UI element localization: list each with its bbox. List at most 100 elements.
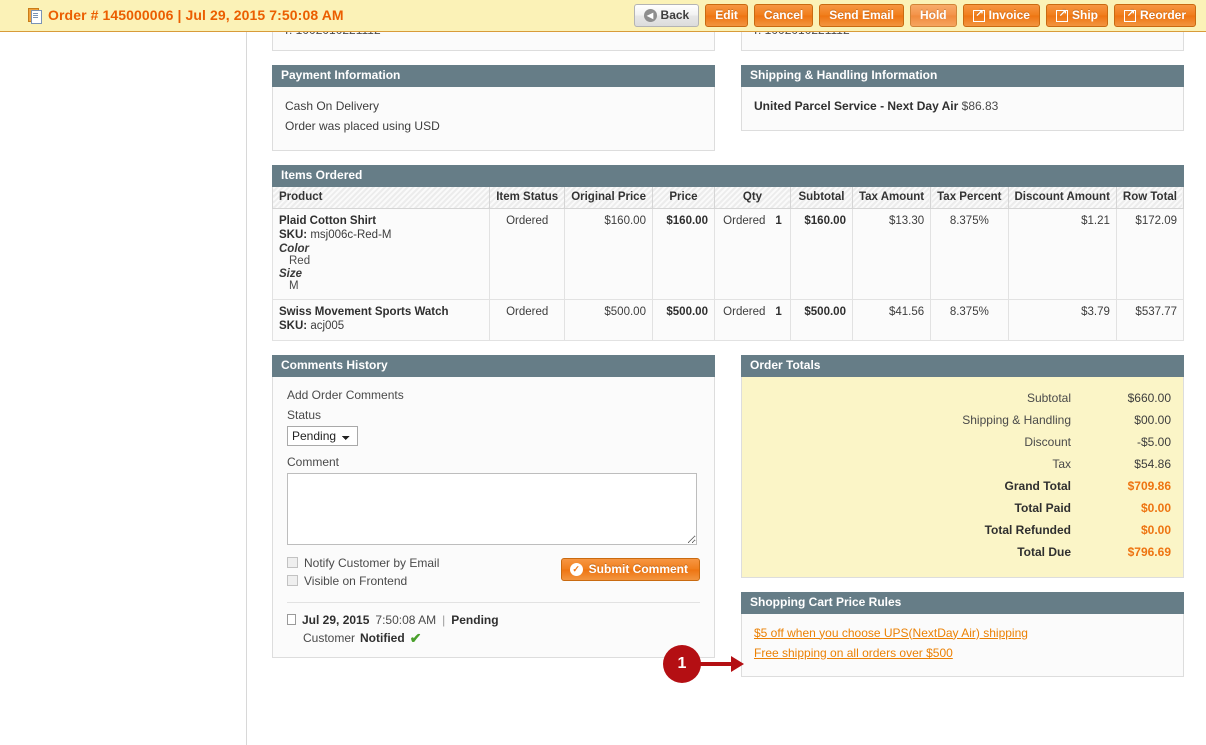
- comment-textarea[interactable]: [287, 472, 697, 545]
- header-action-buttons: ◀Back Edit Cancel Send Email Hold Invoice Ship…: [633, 4, 1196, 27]
- history-notified-state: Notified: [360, 630, 405, 645]
- order-totals-panel: Order Totals Subtotal $660.00 Shipping & H…: [741, 354, 1184, 578]
- visible-frontend-label: Visible on Frontend: [304, 573, 408, 588]
- main-content-column: 1st street New York, 10010 United States…: [271, 0, 1185, 721]
- item-status-cell: Ordered: [489, 298, 566, 341]
- item-discount-amount-cell: $1.21: [1007, 207, 1117, 300]
- order-document-icon: [28, 7, 42, 24]
- items-col-original-price: Original Price: [564, 187, 653, 209]
- order-totals-rows: Subtotal $660.00 Shipping & Handling $00.00…: [754, 387, 1171, 563]
- history-time: 7:50:08 AM: [375, 612, 437, 627]
- payment-information-body: Cash On Delivery Order was placed using …: [272, 87, 715, 151]
- notify-customer-row[interactable]: Notify Customer by Email: [287, 556, 439, 570]
- price-rules-body: $5 off when you choose UPS(NextDay Air) …: [741, 613, 1184, 677]
- totals-value: $54.86: [1134, 456, 1171, 471]
- reorder-button[interactable]: Reorder: [1113, 4, 1196, 27]
- notify-customer-label: Notify Customer by Email: [304, 555, 440, 570]
- totals-value: $0.00: [1140, 522, 1171, 537]
- order-status-select[interactable]: Pending: [287, 425, 358, 446]
- payment-method: Cash On Delivery: [285, 99, 380, 113]
- add-order-comments-title: Add Order Comments: [287, 387, 404, 402]
- edit-button[interactable]: Edit: [705, 4, 748, 27]
- item-row-total-cell: $537.77: [1115, 298, 1185, 341]
- item-name: Plaid Cotton Shirt: [279, 214, 377, 227]
- totals-row: Subtotal $660.00: [754, 387, 1171, 409]
- order-totals-heading: Order Totals: [741, 354, 1184, 377]
- hold-button[interactable]: Hold: [909, 4, 957, 27]
- order-view-page: 1st street New York, 10010 United States…: [0, 0, 1206, 745]
- submit-comment-button[interactable]: ✓ Submit Comment: [560, 557, 700, 581]
- history-date: Jul 29, 2015: [302, 612, 370, 627]
- back-button[interactable]: ◀ Back: [633, 4, 700, 27]
- send-email-button[interactable]: Send Email: [819, 4, 904, 27]
- totals-label: Discount: [1024, 434, 1071, 449]
- new-window-icon: [1123, 8, 1137, 22]
- comments-totals-row: Comments History Add Order Comments Stat…: [272, 354, 1184, 691]
- ship-button-label: Ship: [1071, 8, 1098, 22]
- comments-history-body: Add Order Comments Status Pending Commen…: [272, 376, 715, 658]
- item-option-value: Red: [289, 254, 311, 267]
- back-button-label: Back: [660, 8, 690, 22]
- history-line-secondary: Customer Notified ✔: [303, 631, 700, 645]
- items-table-head: Product Item Status Original Price Price Qty…: [271, 187, 1185, 209]
- check-mark-icon: ✔: [409, 629, 422, 646]
- comment-footer: Notify Customer by Email Visible on Fron…: [287, 556, 700, 592]
- items-table-body: Plaid Cotton Shirt SKU: msj006c-Red-M Colo…: [271, 207, 1185, 341]
- totals-label: Subtotal: [1026, 390, 1071, 405]
- totals-row: Total Paid $0.00: [754, 497, 1171, 519]
- items-col-item-status: Item Status: [489, 187, 566, 209]
- new-window-icon: [1055, 8, 1069, 22]
- items-ordered-heading: Items Ordered: [272, 165, 1184, 187]
- item-row-total-cell: $172.09: [1115, 207, 1185, 300]
- invoice-button[interactable]: Invoice: [962, 4, 1040, 27]
- item-price-cell: $500.00: [651, 298, 715, 341]
- totals-row: Discount -$5.00: [754, 431, 1171, 453]
- item-option-label: Size: [279, 267, 303, 280]
- totals-value: -$5.00: [1136, 434, 1171, 449]
- history-separator: |: [442, 612, 446, 627]
- order-header-bar: Order # 145000006 | Jul 29, 2015 7:50:08…: [0, 0, 1206, 32]
- item-qty-cell: Ordered 1: [713, 207, 791, 300]
- item-option-label: Color: [279, 242, 310, 255]
- item-option-value: M: [289, 279, 299, 292]
- items-col-tax-percent: Tax Percent: [930, 187, 1009, 209]
- shipping-handling-panel: Shipping & Handling Information United P…: [741, 65, 1184, 131]
- totals-row: Total Due $796.69: [754, 541, 1171, 563]
- totals-label: Tax: [1052, 456, 1071, 471]
- totals-label: Total Due: [1017, 544, 1071, 559]
- notify-customer-checkbox[interactable]: [287, 557, 298, 568]
- order-totals-table: Subtotal $660.00 Shipping & Handling $00.00…: [754, 387, 1171, 563]
- totals-value: $796.69: [1127, 544, 1171, 559]
- totals-label: Grand Total: [1004, 478, 1071, 493]
- totals-value: $660.00: [1127, 390, 1171, 405]
- totals-label: Total Paid: [1014, 500, 1071, 515]
- ship-button[interactable]: Ship: [1045, 4, 1108, 27]
- comment-label: Comment: [287, 454, 340, 469]
- items-col-row-total: Row Total: [1115, 187, 1185, 209]
- visible-frontend-checkbox[interactable]: [287, 575, 298, 586]
- item-tax-percent-cell: 8.375%: [930, 298, 1009, 341]
- cancel-button[interactable]: Cancel: [753, 4, 814, 27]
- price-rules-panel: Shopping Cart Price Rules $5 off when yo…: [741, 591, 1184, 677]
- back-arrow-icon: ◀: [643, 9, 657, 22]
- invoice-button-label: Invoice: [988, 8, 1030, 22]
- note-icon: [287, 614, 296, 625]
- totals-row: Shipping & Handling $00.00: [754, 409, 1171, 431]
- item-tax-amount-cell: $41.56: [851, 298, 932, 341]
- price-rule-link[interactable]: $5 off when you choose UPS(NextDay Air) …: [754, 623, 1171, 643]
- totals-row: Grand Total $709.86: [754, 475, 1171, 497]
- price-rule-link[interactable]: Free shipping on all orders over $500: [754, 643, 1171, 663]
- check-circle-icon: ✓: [569, 562, 583, 576]
- totals-row: Total Refunded $0.00: [754, 519, 1171, 541]
- items-col-price: Price: [651, 187, 715, 209]
- submit-comment-label: Submit Comment: [588, 561, 688, 576]
- visible-frontend-row[interactable]: Visible on Frontend: [287, 574, 439, 588]
- totals-label: Total Refunded: [984, 522, 1071, 537]
- callout-number-badge: 1: [663, 645, 701, 683]
- hold-button-label: Hold: [919, 8, 947, 22]
- status-label: Status: [287, 407, 322, 422]
- items-col-qty: Qty: [713, 187, 791, 209]
- item-subtotal-cell: $160.00: [789, 207, 853, 300]
- totals-value: $709.86: [1127, 478, 1171, 493]
- page-title: Order # 145000006 | Jul 29, 2015 7:50:08…: [28, 7, 344, 24]
